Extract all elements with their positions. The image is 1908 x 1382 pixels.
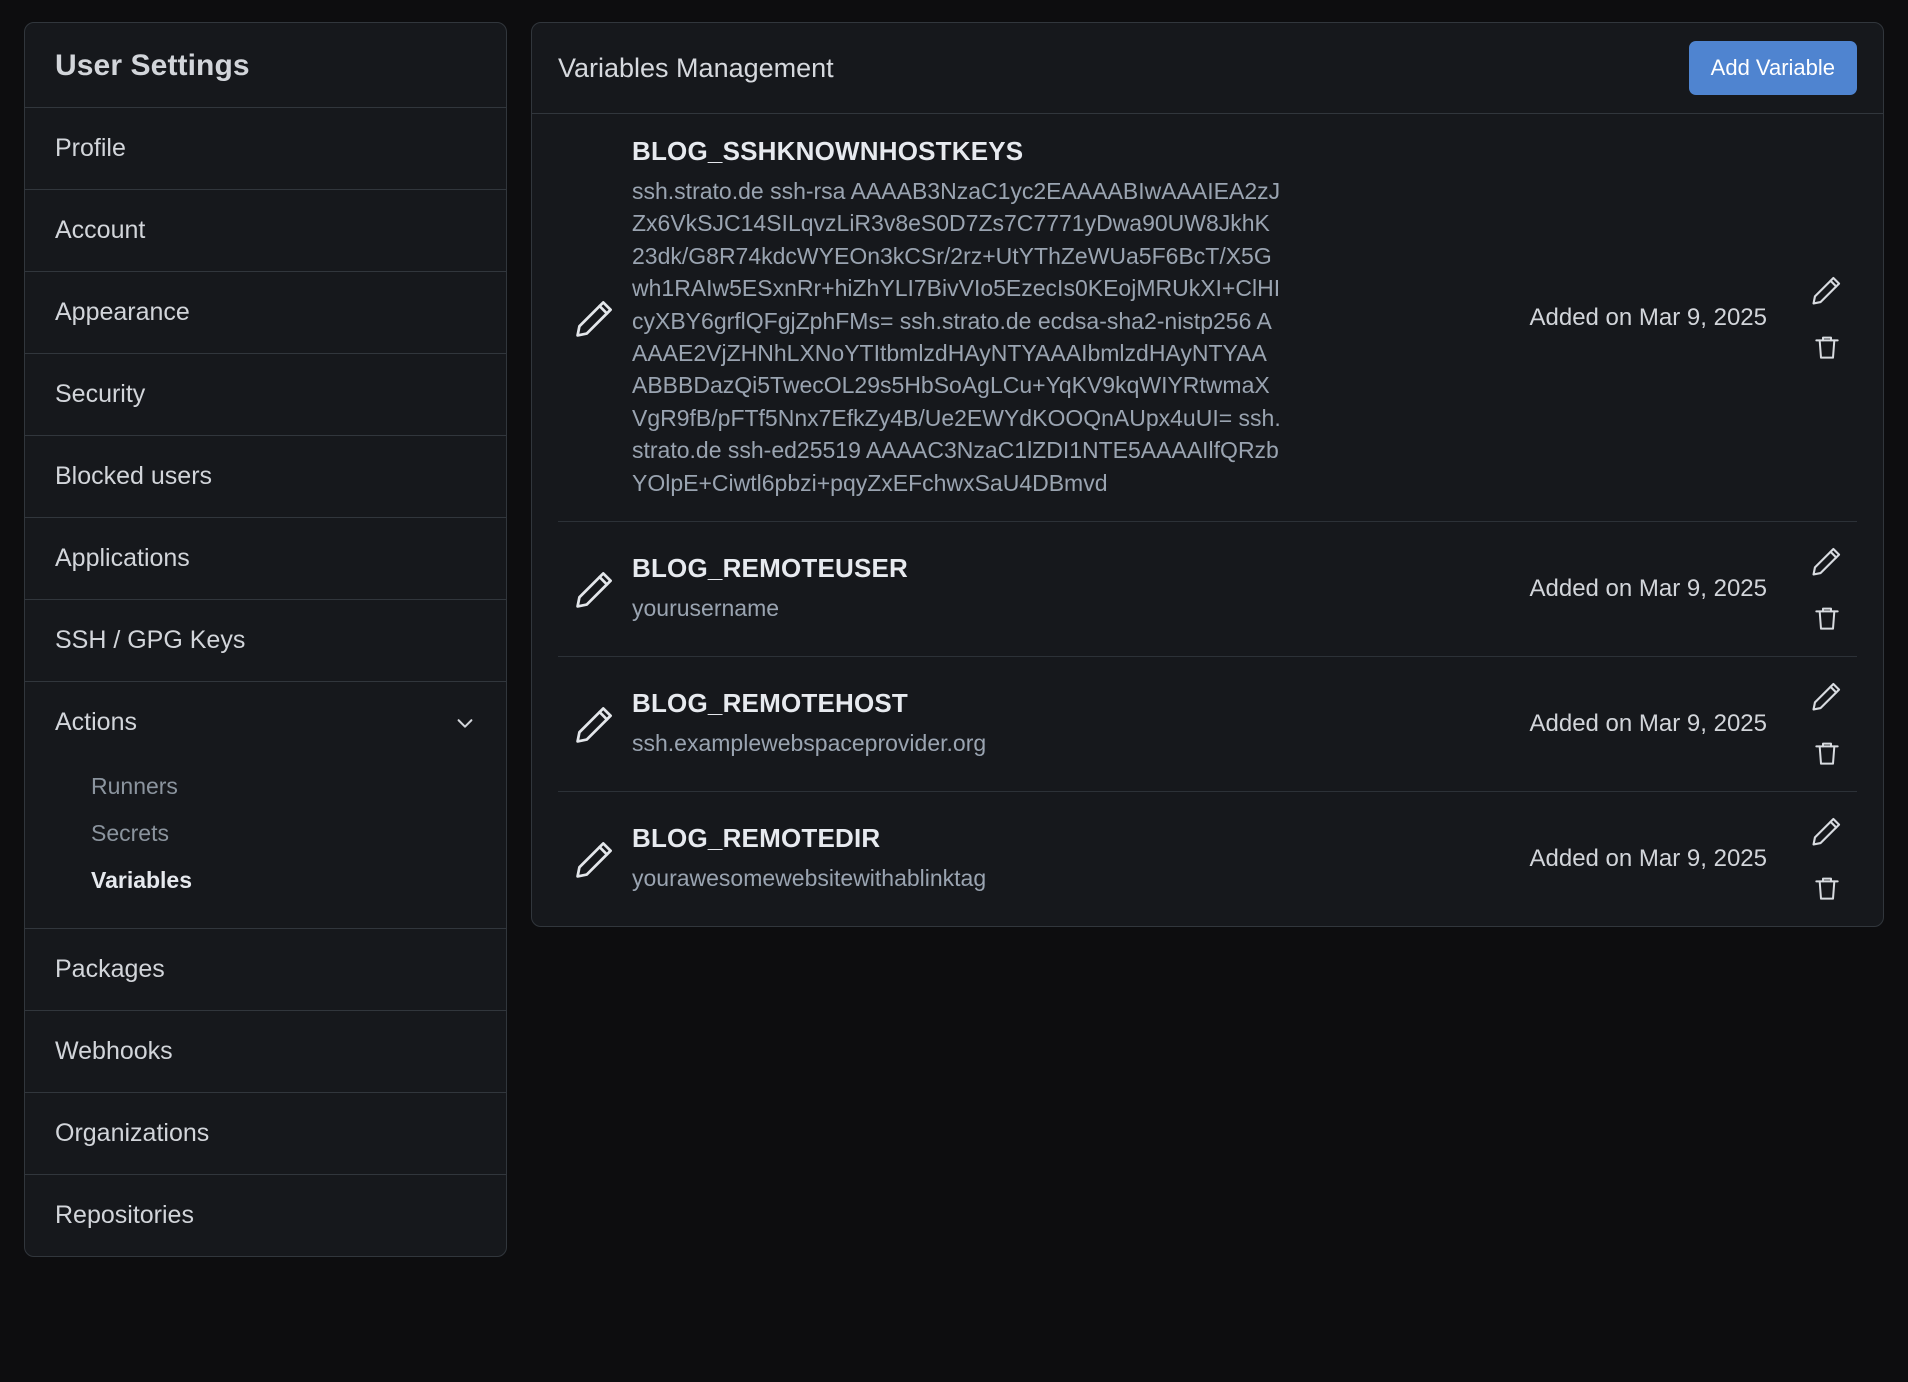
sidebar-item-actions[interactable]: Actions	[25, 682, 506, 763]
sidebar-item-profile[interactable]: Profile	[25, 108, 506, 190]
user-settings-sidebar: User Settings Profile Account Appearance…	[24, 22, 507, 1257]
chevron-down-icon[interactable]	[454, 712, 476, 734]
sidebar-item-applications[interactable]: Applications	[25, 518, 506, 600]
pencil-icon[interactable]	[558, 296, 632, 340]
variable-value: ssh.strato.de ssh-rsa AAAAB3NzaC1yc2EAAA…	[632, 178, 1281, 496]
variables-management-panel: Variables Management Add Variable BLOG_S…	[531, 22, 1884, 928]
table-row: BLOG_REMOTEDIR yourawesomewebsitewithabl…	[558, 792, 1857, 926]
variables-list: BLOG_SSHKNOWNHOSTKEYS ssh.strato.de ssh-…	[532, 114, 1883, 926]
sidebar-subitem-label: Variables	[91, 867, 193, 893]
pencil-icon[interactable]	[1810, 544, 1844, 578]
variable-info: BLOG_REMOTEHOST ssh.examplewebspaceprovi…	[632, 688, 1529, 759]
trash-icon[interactable]	[1811, 737, 1843, 769]
row-actions	[1797, 814, 1857, 904]
sidebar-item-repositories[interactable]: Repositories	[25, 1175, 506, 1256]
sidebar-item-webhooks[interactable]: Webhooks	[25, 1011, 506, 1093]
pencil-icon[interactable]	[1810, 679, 1844, 713]
sidebar-item-label: Appearance	[55, 298, 190, 326]
row-actions	[1797, 679, 1857, 769]
sidebar-item-label: Security	[55, 380, 146, 408]
sidebar-item-label: Account	[55, 216, 146, 244]
sidebar-title: User Settings	[25, 23, 506, 108]
variable-added-date: Added on Mar 9, 2025	[1529, 575, 1767, 603]
row-actions	[1797, 544, 1857, 634]
variable-added-date: Added on Mar 9, 2025	[1529, 303, 1767, 331]
sidebar-item-appearance[interactable]: Appearance	[25, 272, 506, 354]
page-title: Variables Management	[558, 52, 834, 83]
sidebar-item-label: Webhooks	[55, 1037, 173, 1065]
sidebar-item-runners[interactable]: Runners	[25, 763, 506, 810]
variable-value: ssh.examplewebspaceprovider.org	[632, 730, 987, 757]
variable-value: yourawesomewebsitewithablinktag	[632, 865, 987, 892]
sidebar-item-account[interactable]: Account	[25, 190, 506, 272]
variable-name: BLOG_SSHKNOWNHOSTKEYS	[632, 136, 1024, 166]
settings-page: User Settings Profile Account Appearance…	[0, 0, 1908, 1382]
sidebar-item-label: Profile	[55, 134, 126, 162]
add-variable-button[interactable]: Add Variable	[1688, 41, 1857, 95]
variable-value: yourusername	[632, 595, 780, 622]
sidebar-subitem-label: Secrets	[91, 820, 169, 846]
pencil-icon[interactable]	[558, 702, 632, 746]
trash-icon[interactable]	[1811, 872, 1843, 904]
pencil-icon[interactable]	[1810, 814, 1844, 848]
variable-name: BLOG_REMOTEDIR	[632, 823, 881, 854]
sidebar-item-blocked-users[interactable]: Blocked users	[25, 436, 506, 518]
trash-icon[interactable]	[1811, 602, 1843, 634]
sidebar-group-actions: Actions Runners Secrets Variables	[25, 682, 506, 929]
trash-icon[interactable]	[1811, 331, 1843, 363]
sidebar-item-label: Applications	[55, 544, 190, 572]
variable-added-date: Added on Mar 9, 2025	[1529, 845, 1767, 873]
sidebar-subitem-label: Runners	[91, 773, 178, 799]
panel-header: Variables Management Add Variable	[532, 23, 1883, 114]
sidebar-item-ssh-gpg-keys[interactable]: SSH / GPG Keys	[25, 600, 506, 682]
pencil-icon[interactable]	[558, 567, 632, 611]
sidebar-item-secrets[interactable]: Secrets	[25, 810, 506, 857]
sidebar-item-organizations[interactable]: Organizations	[25, 1093, 506, 1175]
sidebar-item-label: SSH / GPG Keys	[55, 626, 246, 654]
variable-name: BLOG_REMOTEUSER	[632, 553, 909, 584]
variable-info: BLOG_REMOTEUSER yourusername	[632, 553, 1529, 624]
sidebar-item-variables[interactable]: Variables	[25, 857, 506, 904]
sidebar-item-label: Actions	[55, 708, 137, 736]
sidebar-item-label: Repositories	[55, 1201, 194, 1229]
variable-info: BLOG_REMOTEDIR yourawesomewebsitewithabl…	[632, 823, 1529, 894]
variable-info: BLOG_SSHKNOWNHOSTKEYS ssh.strato.de ssh-…	[632, 136, 1529, 499]
variable-name: BLOG_REMOTEHOST	[632, 688, 909, 719]
sidebar-item-label: Blocked users	[55, 462, 213, 490]
table-row: BLOG_REMOTEUSER yourusername Added on Ma…	[558, 522, 1857, 658]
variable-added-date: Added on Mar 9, 2025	[1529, 710, 1767, 738]
pencil-icon[interactable]	[558, 837, 632, 881]
sidebar-item-security[interactable]: Security	[25, 354, 506, 436]
row-actions	[1797, 273, 1857, 363]
table-row: BLOG_SSHKNOWNHOSTKEYS ssh.strato.de ssh-…	[558, 114, 1857, 523]
sidebar-item-label: Packages	[55, 955, 165, 983]
table-row: BLOG_REMOTEHOST ssh.examplewebspaceprovi…	[558, 657, 1857, 793]
sidebar-subnav-actions: Runners Secrets Variables	[25, 763, 506, 928]
sidebar-item-packages[interactable]: Packages	[25, 929, 506, 1011]
pencil-icon[interactable]	[1810, 273, 1844, 307]
sidebar-item-label: Organizations	[55, 1119, 210, 1147]
